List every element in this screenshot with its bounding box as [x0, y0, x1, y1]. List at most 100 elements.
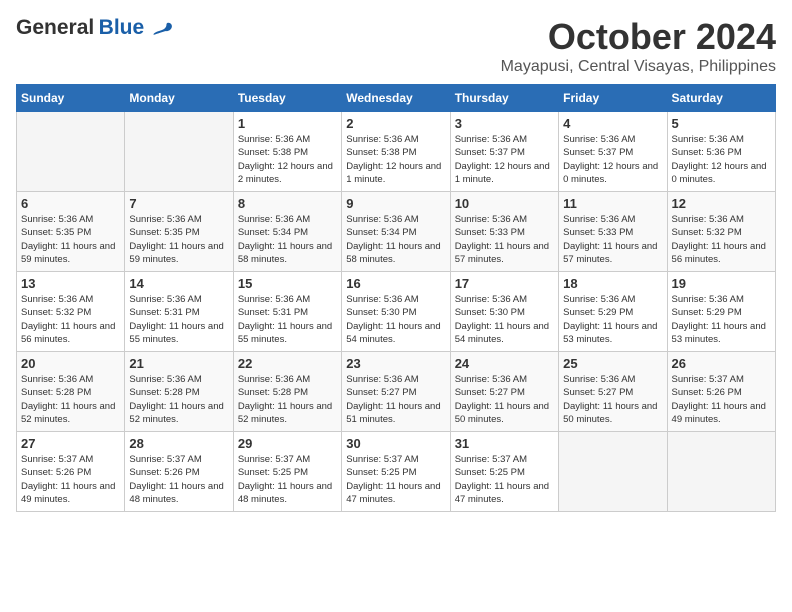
- day-number: 8: [238, 196, 337, 211]
- calendar-cell: 29 Sunrise: 5:37 AMSunset: 5:25 PMDayligh…: [233, 432, 341, 512]
- cell-info: Sunrise: 5:37 AMSunset: 5:25 PMDaylight:…: [238, 453, 337, 506]
- cell-info: Sunrise: 5:36 AMSunset: 5:29 PMDaylight:…: [672, 293, 771, 346]
- month-title: October 2024: [501, 16, 776, 58]
- calendar-cell: [125, 112, 233, 192]
- cell-info: Sunrise: 5:36 AMSunset: 5:33 PMDaylight:…: [455, 213, 554, 266]
- cell-info: Sunrise: 5:36 AMSunset: 5:36 PMDaylight:…: [672, 133, 771, 186]
- day-number: 22: [238, 356, 337, 371]
- page-header: General Blue October 2024 Mayapusi, Cent…: [16, 16, 776, 76]
- calendar-cell: 13 Sunrise: 5:36 AMSunset: 5:32 PMDayligh…: [17, 272, 125, 352]
- day-number: 29: [238, 436, 337, 451]
- cell-info: Sunrise: 5:36 AMSunset: 5:30 PMDaylight:…: [455, 293, 554, 346]
- day-number: 31: [455, 436, 554, 451]
- col-thursday: Thursday: [450, 85, 558, 112]
- day-number: 2: [346, 116, 445, 131]
- title-block: October 2024 Mayapusi, Central Visayas, …: [501, 16, 776, 76]
- day-number: 4: [563, 116, 662, 131]
- calendar-cell: 27 Sunrise: 5:37 AMSunset: 5:26 PMDayligh…: [17, 432, 125, 512]
- day-number: 12: [672, 196, 771, 211]
- day-number: 28: [129, 436, 228, 451]
- cell-info: Sunrise: 5:36 AMSunset: 5:29 PMDaylight:…: [563, 293, 662, 346]
- calendar-cell: 2 Sunrise: 5:36 AMSunset: 5:38 PMDaylight…: [342, 112, 450, 192]
- cell-info: Sunrise: 5:37 AMSunset: 5:26 PMDaylight:…: [21, 453, 120, 506]
- cell-info: Sunrise: 5:37 AMSunset: 5:25 PMDaylight:…: [346, 453, 445, 506]
- calendar-cell: 23Sunrise: 5:36 AMSunset: 5:27 PMDayligh…: [342, 352, 450, 432]
- day-number: 3: [455, 116, 554, 131]
- col-friday: Friday: [559, 85, 667, 112]
- week-row-4: 20 Sunrise: 5:36 AMSunset: 5:28 PMDayligh…: [17, 352, 776, 432]
- day-number: 24: [455, 356, 554, 371]
- day-number: 6: [21, 196, 120, 211]
- week-row-2: 6 Sunrise: 5:36 AMSunset: 5:35 PMDaylight…: [17, 192, 776, 272]
- day-number: 30: [346, 436, 445, 451]
- day-number: 21: [129, 356, 228, 371]
- cell-info: Sunrise: 5:36 AMSunset: 5:37 PMDaylight:…: [563, 133, 662, 186]
- calendar-cell: [17, 112, 125, 192]
- cell-info: Sunrise: 5:36 AMSunset: 5:35 PMDaylight:…: [129, 213, 228, 266]
- cell-info: Sunrise: 5:36 AMSunset: 5:34 PMDaylight:…: [346, 213, 445, 266]
- cell-info: Sunrise: 5:36 AMSunset: 5:31 PMDaylight:…: [238, 293, 337, 346]
- col-monday: Monday: [125, 85, 233, 112]
- calendar-cell: 11Sunrise: 5:36 AMSunset: 5:33 PMDayligh…: [559, 192, 667, 272]
- cell-info: Sunrise: 5:37 AMSunset: 5:26 PMDaylight:…: [129, 453, 228, 506]
- calendar-cell: 28 Sunrise: 5:37 AMSunset: 5:26 PMDayligh…: [125, 432, 233, 512]
- col-tuesday: Tuesday: [233, 85, 341, 112]
- day-number: 26: [672, 356, 771, 371]
- cell-info: Sunrise: 5:36 AMSunset: 5:38 PMDaylight:…: [238, 133, 337, 186]
- day-number: 14: [129, 276, 228, 291]
- week-row-5: 27 Sunrise: 5:37 AMSunset: 5:26 PMDayligh…: [17, 432, 776, 512]
- day-number: 16: [346, 276, 445, 291]
- day-number: 1: [238, 116, 337, 131]
- cell-info: Sunrise: 5:36 AMSunset: 5:32 PMDaylight:…: [21, 293, 120, 346]
- day-number: 27: [21, 436, 120, 451]
- cell-info: Sunrise: 5:36 AMSunset: 5:28 PMDaylight:…: [129, 373, 228, 426]
- cell-info: Sunrise: 5:36 AMSunset: 5:28 PMDaylight:…: [21, 373, 120, 426]
- calendar-cell: 18 Sunrise: 5:36 AMSunset: 5:29 PMDayligh…: [559, 272, 667, 352]
- calendar-cell: 15 Sunrise: 5:36 AMSunset: 5:31 PMDayligh…: [233, 272, 341, 352]
- day-number: 15: [238, 276, 337, 291]
- col-saturday: Saturday: [667, 85, 775, 112]
- cell-info: Sunrise: 5:36 AMSunset: 5:35 PMDaylight:…: [21, 213, 120, 266]
- calendar-cell: 12Sunrise: 5:36 AMSunset: 5:32 PMDayligh…: [667, 192, 775, 272]
- cell-info: Sunrise: 5:36 AMSunset: 5:27 PMDaylight:…: [455, 373, 554, 426]
- cell-info: Sunrise: 5:36 AMSunset: 5:27 PMDaylight:…: [346, 373, 445, 426]
- cell-info: Sunrise: 5:36 AMSunset: 5:38 PMDaylight:…: [346, 133, 445, 186]
- calendar-cell: 9 Sunrise: 5:36 AMSunset: 5:34 PMDaylight…: [342, 192, 450, 272]
- calendar-cell: 19 Sunrise: 5:36 AMSunset: 5:29 PMDayligh…: [667, 272, 775, 352]
- day-number: 17: [455, 276, 554, 291]
- calendar-cell: [667, 432, 775, 512]
- calendar-cell: 16Sunrise: 5:36 AMSunset: 5:30 PMDayligh…: [342, 272, 450, 352]
- calendar-cell: 24 Sunrise: 5:36 AMSunset: 5:27 PMDayligh…: [450, 352, 558, 432]
- cell-info: Sunrise: 5:36 AMSunset: 5:31 PMDaylight:…: [129, 293, 228, 346]
- logo: General Blue: [16, 16, 173, 41]
- day-number: 13: [21, 276, 120, 291]
- cell-info: Sunrise: 5:36 AMSunset: 5:28 PMDaylight:…: [238, 373, 337, 426]
- day-number: 19: [672, 276, 771, 291]
- calendar-cell: 21 Sunrise: 5:36 AMSunset: 5:28 PMDayligh…: [125, 352, 233, 432]
- calendar-cell: [559, 432, 667, 512]
- cell-info: Sunrise: 5:37 AMSunset: 5:25 PMDaylight:…: [455, 453, 554, 506]
- logo-bird-icon: [151, 19, 173, 41]
- calendar-cell: 7Sunrise: 5:36 AMSunset: 5:35 PMDaylight…: [125, 192, 233, 272]
- calendar-cell: 6 Sunrise: 5:36 AMSunset: 5:35 PMDaylight…: [17, 192, 125, 272]
- day-number: 10: [455, 196, 554, 211]
- cell-info: Sunrise: 5:36 AMSunset: 5:34 PMDaylight:…: [238, 213, 337, 266]
- day-number: 9: [346, 196, 445, 211]
- calendar-cell: 20 Sunrise: 5:36 AMSunset: 5:28 PMDayligh…: [17, 352, 125, 432]
- calendar-cell: 31 Sunrise: 5:37 AMSunset: 5:25 PMDayligh…: [450, 432, 558, 512]
- calendar-cell: 1 Sunrise: 5:36 AMSunset: 5:38 PMDaylight…: [233, 112, 341, 192]
- day-number: 20: [21, 356, 120, 371]
- day-number: 18: [563, 276, 662, 291]
- day-number: 11: [563, 196, 662, 211]
- day-number: 5: [672, 116, 771, 131]
- week-row-1: 1 Sunrise: 5:36 AMSunset: 5:38 PMDaylight…: [17, 112, 776, 192]
- col-wednesday: Wednesday: [342, 85, 450, 112]
- calendar-cell: 14 Sunrise: 5:36 AMSunset: 5:31 PMDayligh…: [125, 272, 233, 352]
- calendar-cell: 10 Sunrise: 5:36 AMSunset: 5:33 PMDayligh…: [450, 192, 558, 272]
- calendar-table: Sunday Monday Tuesday Wednesday Thursday…: [16, 84, 776, 512]
- header-row: Sunday Monday Tuesday Wednesday Thursday…: [17, 85, 776, 112]
- cell-info: Sunrise: 5:36 AMSunset: 5:37 PMDaylight:…: [455, 133, 554, 186]
- calendar-cell: 22 Sunrise: 5:36 AMSunset: 5:28 PMDayligh…: [233, 352, 341, 432]
- calendar-cell: 25Sunrise: 5:36 AMSunset: 5:27 PMDayligh…: [559, 352, 667, 432]
- col-sunday: Sunday: [17, 85, 125, 112]
